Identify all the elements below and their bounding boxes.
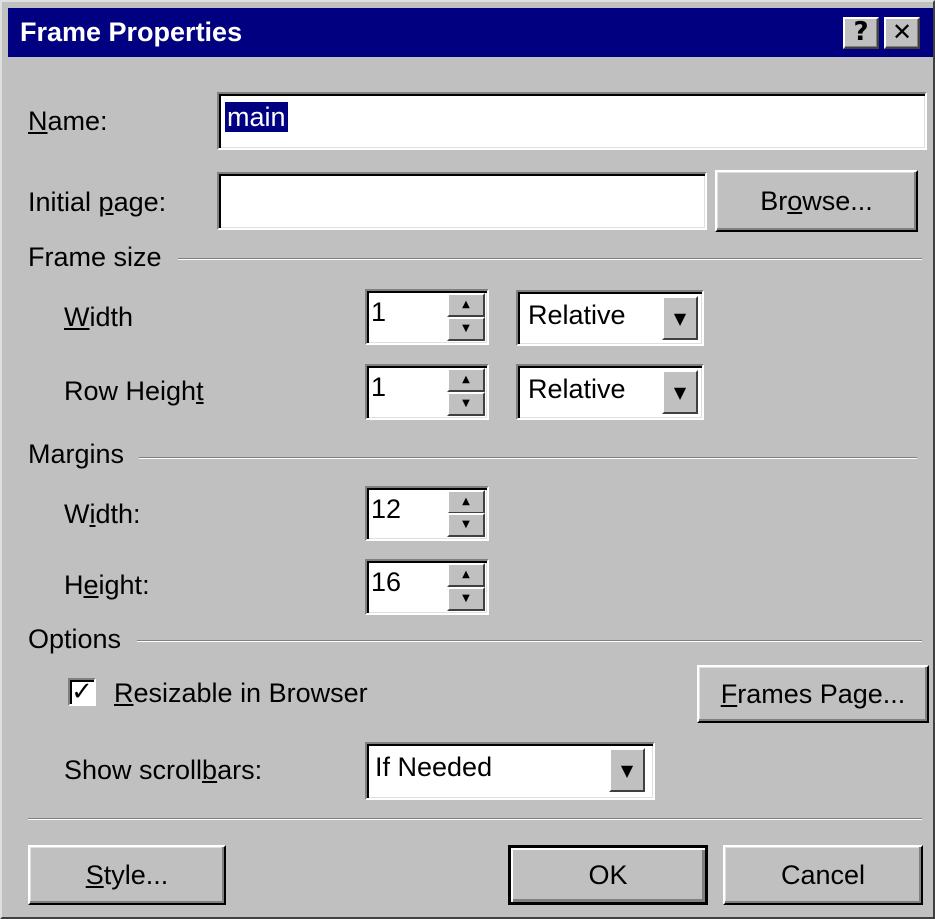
row-height-label: Row Height (64, 376, 204, 406)
options-divider (137, 640, 922, 642)
bottom-separator (28, 818, 922, 820)
frame-properties-dialog: Frame Properties ? ✕ Name: main Initial … (0, 0, 935, 919)
style-button-label: Style... (85, 859, 169, 890)
show-scrollbars-label: Show scrollbars: (64, 755, 263, 785)
spin-up-icon[interactable]: ▲ (447, 490, 485, 514)
frame-width-value: 1 (371, 297, 387, 327)
spin-up-icon[interactable]: ▲ (447, 368, 485, 392)
scrollbars-select[interactable]: If Needed ▼ (365, 742, 655, 800)
spin-down-icon[interactable]: ▼ (447, 513, 485, 537)
frame-size-group-label: Frame size (28, 242, 162, 272)
name-label: Name: (28, 106, 108, 137)
row-height-value: 1 (371, 372, 387, 402)
margin-width-spinner[interactable]: 12 ▲ ▼ (365, 486, 489, 541)
spin-down-icon[interactable]: ▼ (447, 317, 485, 341)
ok-button[interactable]: OK (508, 845, 708, 905)
row-height-unit-value: Relative (528, 374, 626, 404)
options-group-label: Options (28, 624, 122, 654)
cancel-button[interactable]: Cancel (723, 845, 923, 905)
resizable-checkbox[interactable]: ✓ (68, 678, 96, 706)
resizable-label[interactable]: Resizable in Browser (114, 678, 368, 709)
name-field[interactable]: main (217, 92, 927, 150)
margin-height-spin-buttons[interactable]: ▲ ▼ (447, 563, 485, 611)
frame-width-unit-select[interactable]: Relative ▼ (516, 290, 704, 346)
margin-height-label: Height: (64, 570, 150, 600)
dropdown-arrow-icon[interactable]: ▼ (662, 296, 698, 340)
name-label-mnemonic: N (28, 106, 48, 136)
spin-down-icon[interactable]: ▼ (447, 392, 485, 416)
frame-width-unit-value: Relative (528, 300, 626, 330)
frames-page-button-label: Frames Page... (720, 678, 906, 709)
row-height-unit-select[interactable]: Relative ▼ (516, 364, 704, 420)
initial-page-label: Initial page: (28, 187, 167, 217)
margin-height-value: 16 (371, 567, 402, 597)
name-label-rest: ame: (47, 106, 108, 136)
title-bar[interactable]: Frame Properties ? ✕ (8, 8, 933, 57)
frame-size-divider (178, 258, 922, 260)
row-height-spin-buttons[interactable]: ▲ ▼ (447, 368, 485, 416)
dialog-title: Frame Properties (20, 17, 243, 47)
frame-width-spinner[interactable]: 1 ▲ ▼ (365, 289, 489, 345)
initial-page-field[interactable] (217, 172, 707, 230)
browse-button-label: Browse... (760, 185, 873, 216)
spin-up-icon[interactable]: ▲ (447, 563, 485, 587)
browse-button[interactable]: Browse... (715, 170, 918, 232)
margins-group-label: Margins (28, 439, 125, 469)
scrollbars-value: If Needed (375, 752, 493, 782)
spin-down-icon[interactable]: ▼ (447, 587, 485, 611)
style-button[interactable]: Style... (28, 845, 226, 905)
frames-page-button[interactable]: Frames Page... (697, 665, 929, 723)
margins-divider (139, 457, 917, 459)
margin-width-label: Width: (64, 499, 141, 529)
dropdown-arrow-icon[interactable]: ▼ (662, 370, 698, 414)
margin-width-spin-buttons[interactable]: ▲ ▼ (447, 490, 485, 537)
help-button[interactable]: ? (843, 17, 879, 49)
row-height-spinner[interactable]: 1 ▲ ▼ (365, 364, 489, 420)
name-field-value: main (225, 102, 288, 132)
margin-width-value: 12 (371, 494, 402, 524)
frame-width-spin-buttons[interactable]: ▲ ▼ (447, 293, 485, 341)
close-icon[interactable]: ✕ (884, 17, 920, 49)
margin-height-spinner[interactable]: 16 ▲ ▼ (365, 559, 489, 615)
spin-up-icon[interactable]: ▲ (447, 293, 485, 317)
dropdown-arrow-icon[interactable]: ▼ (609, 748, 645, 792)
frame-width-label: Width (64, 302, 134, 332)
